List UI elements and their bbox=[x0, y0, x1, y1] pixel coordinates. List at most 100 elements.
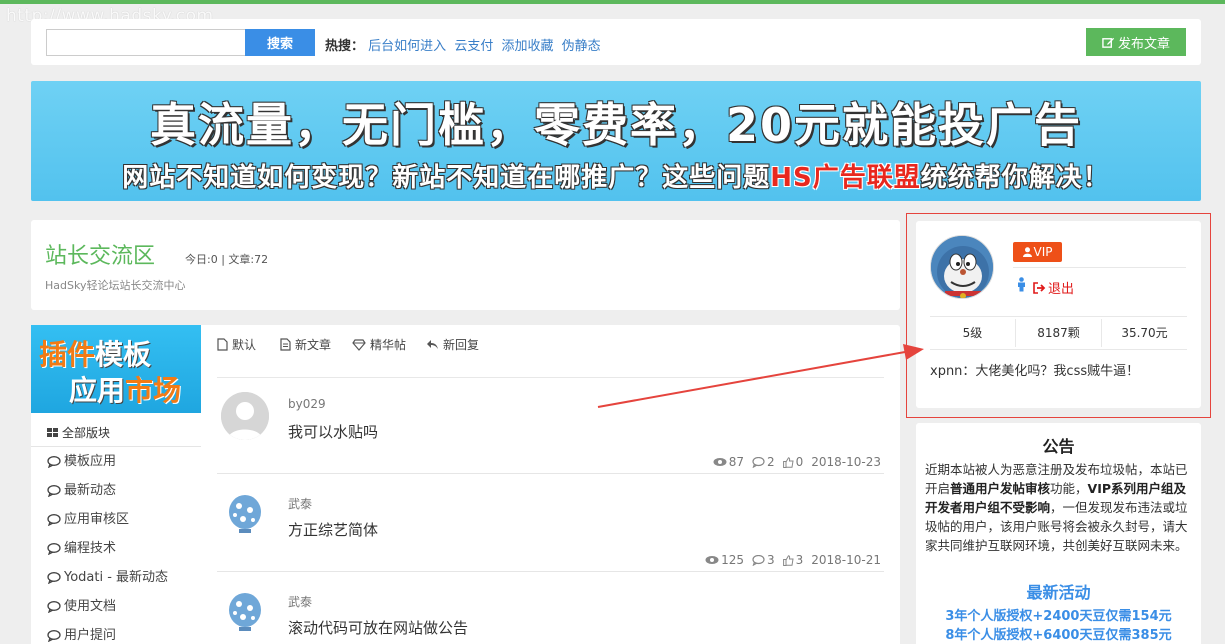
user-beans: 8187颗 bbox=[1016, 319, 1102, 347]
ad-line2: 应用市场 bbox=[69, 369, 181, 409]
sidebar-item-label: Yodati - 最新动态 bbox=[64, 570, 169, 585]
sidebar-item-news[interactable]: 最新动态 bbox=[31, 476, 201, 505]
views-value: 87 bbox=[728, 455, 744, 469]
edit-icon bbox=[1102, 36, 1115, 49]
chat-icon bbox=[47, 455, 61, 468]
file-text-icon bbox=[280, 338, 291, 351]
hot-link[interactable]: 伪静态 bbox=[562, 39, 601, 54]
announcement-bold: 普通用户发帖审核 bbox=[950, 481, 1051, 496]
ad-banner[interactable]: 真流量，无门槛，零费率，20元就能投广告 网站不知道如何变现？新站不知道在哪推广… bbox=[31, 81, 1201, 201]
forum-description: HadSky轻论坛站长交流中心 bbox=[45, 279, 186, 292]
tab-featured[interactable]: 精华帖 bbox=[352, 336, 406, 353]
hot-link[interactable]: 云支付 bbox=[454, 39, 493, 54]
comment-icon bbox=[752, 456, 765, 468]
chat-icon bbox=[47, 513, 61, 526]
banner-headline: 真流量，无门槛，零费率，20元就能投广告 bbox=[149, 98, 1082, 152]
comment-icon bbox=[752, 554, 765, 566]
top-accent-bar bbox=[0, 0, 1225, 4]
sidebar-item-templates[interactable]: 模板应用 bbox=[31, 447, 201, 476]
chat-icon bbox=[47, 600, 61, 613]
banner-subline-post: 统统帮你解决！ bbox=[920, 163, 1110, 193]
user-level: 5级 bbox=[930, 319, 1016, 347]
thread-date: 2018-10-21 bbox=[811, 553, 881, 567]
ad-line1-b: 模板 bbox=[95, 338, 152, 371]
replies-count: 3 bbox=[752, 553, 775, 567]
views-count: 87 bbox=[713, 455, 744, 469]
sidebar-item-review[interactable]: 应用审核区 bbox=[31, 505, 201, 534]
forum-title: 站长交流区 bbox=[45, 244, 156, 269]
ad-line1-a: 插件 bbox=[39, 338, 96, 371]
eye-icon bbox=[705, 555, 719, 565]
vip-badge: VIP bbox=[1013, 242, 1062, 262]
replies-value: 2 bbox=[766, 455, 775, 469]
left-sidebar: 插件模板 应用市场 全部版块 模板应用 最新动态 应用审核区 编程技术 Yoda… bbox=[31, 325, 201, 644]
event-link[interactable]: 3年个人版授权+2400天豆仅需154元 bbox=[916, 605, 1201, 624]
eye-icon bbox=[713, 457, 727, 467]
all-boards-label: 全部版块 bbox=[62, 425, 111, 440]
thread-title[interactable]: 我可以水贴吗 bbox=[288, 421, 378, 442]
tab-new-replies[interactable]: 新回复 bbox=[426, 336, 479, 353]
announcement-text: 功能， bbox=[1050, 481, 1088, 496]
thread-author[interactable]: by029 bbox=[288, 397, 326, 411]
event-link[interactable]: 8年个人版授权+6400天豆仅需385元 bbox=[916, 624, 1201, 643]
divider bbox=[930, 316, 1187, 317]
likes-count[interactable]: 3 bbox=[782, 553, 804, 567]
sidebar-item-docs[interactable]: 使用文档 bbox=[31, 592, 201, 621]
avatar[interactable] bbox=[221, 392, 269, 440]
replies-count: 2 bbox=[752, 455, 775, 469]
user-card: VIP 退出 5级 8187颗 35.70元 xpnn：大佬美化吗？我css贼牛… bbox=[916, 221, 1201, 408]
thread-title[interactable]: 方正综艺简体 bbox=[288, 519, 378, 540]
board-list: 全部版块 模板应用 最新动态 应用审核区 编程技术 Yodati - 最新动态 … bbox=[31, 419, 201, 644]
diamond-icon bbox=[352, 338, 366, 351]
search-button[interactable]: 搜索 bbox=[245, 29, 315, 56]
thread-row[interactable]: 武泰 方正综艺简体 125 3 3 2018-10-21 bbox=[217, 476, 884, 572]
avatar[interactable] bbox=[221, 490, 269, 538]
replies-value: 3 bbox=[766, 553, 775, 567]
ad-line1: 插件模板 bbox=[39, 333, 151, 373]
user-avatar[interactable] bbox=[930, 235, 994, 299]
hot-link[interactable]: 添加收藏 bbox=[501, 39, 553, 54]
sidebar-item-programming[interactable]: 编程技术 bbox=[31, 534, 201, 563]
sidebar-item-label: 编程技术 bbox=[64, 541, 117, 556]
thread-author[interactable]: 武泰 bbox=[288, 495, 312, 512]
sidebar-item-label: 用户提问 bbox=[64, 628, 117, 643]
banner-subline-highlight: HS广告联盟 bbox=[770, 163, 921, 193]
ad-line2-b: 市场 bbox=[125, 374, 182, 407]
events-title: 最新活动 bbox=[1026, 583, 1091, 602]
logout-label: 退出 bbox=[1048, 282, 1075, 297]
thread-row[interactable]: 武泰 滚动代码可放在网站做公告 bbox=[217, 574, 884, 644]
app-market-ad[interactable]: 插件模板 应用市场 bbox=[31, 325, 201, 413]
thread-row[interactable]: by029 我可以水贴吗 87 2 0 2018-10-23 bbox=[217, 378, 884, 474]
sort-tabs: 默认 新文章 精华帖 新回复 bbox=[201, 325, 900, 361]
chat-icon bbox=[47, 629, 61, 642]
chat-icon bbox=[47, 484, 61, 497]
sidebar-item-questions[interactable]: 用户提问 bbox=[31, 621, 201, 644]
announcement-panel: 公告 近期本站被人为恶意注册及发布垃圾帖，本站已开启普通用户发帖审核功能，VIP… bbox=[916, 423, 1201, 644]
avatar[interactable] bbox=[221, 588, 269, 636]
likes-count[interactable]: 0 bbox=[782, 455, 803, 469]
all-boards-link[interactable]: 全部版块 bbox=[31, 419, 201, 447]
sidebar-item-label: 应用审核区 bbox=[64, 512, 130, 527]
thread-meta: 125 3 3 2018-10-21 bbox=[705, 553, 881, 567]
logout-link[interactable]: 退出 bbox=[1033, 278, 1074, 297]
thread-date: 2018-10-23 bbox=[811, 455, 881, 469]
thread-title[interactable]: 滚动代码可放在网站做公告 bbox=[288, 617, 468, 638]
publish-button[interactable]: 发布文章 bbox=[1086, 28, 1186, 56]
hot-search-label: 热搜： bbox=[325, 39, 365, 54]
hot-link[interactable]: 后台如何进入 bbox=[368, 39, 446, 54]
likes-value: 3 bbox=[795, 553, 804, 567]
chat-icon bbox=[47, 571, 61, 584]
sign-out-icon bbox=[1033, 281, 1046, 294]
publish-label: 发布文章 bbox=[1117, 36, 1170, 52]
views-value: 125 bbox=[721, 553, 744, 567]
banner-subline: 网站不知道如何变现？新站不知道在哪推广？这些问题HS广告联盟统统帮你解决！ bbox=[31, 157, 1201, 194]
male-icon bbox=[1016, 277, 1027, 296]
search-input[interactable] bbox=[46, 29, 246, 56]
tab-new-articles[interactable]: 新文章 bbox=[280, 336, 331, 353]
thread-author[interactable]: 武泰 bbox=[288, 593, 312, 610]
tab-default[interactable]: 默认 bbox=[217, 336, 256, 353]
chat-icon bbox=[47, 542, 61, 555]
hot-search: 热搜： 后台如何进入 云支付 添加收藏 伪静态 bbox=[325, 35, 605, 54]
sidebar-item-yodati[interactable]: Yodati - 最新动态 bbox=[31, 563, 201, 592]
user-stats: 5级 8187颗 35.70元 bbox=[930, 319, 1187, 347]
